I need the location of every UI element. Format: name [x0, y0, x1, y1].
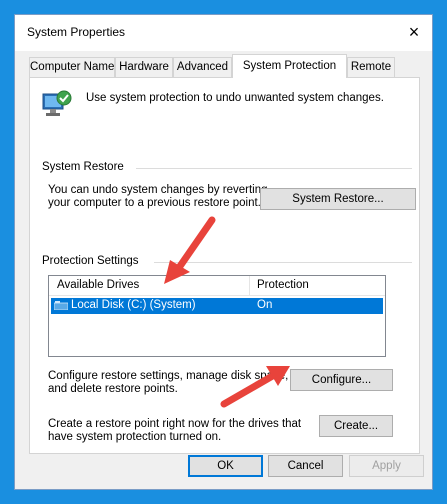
drive-icon: [54, 301, 68, 310]
tab-panel-system-protection: Use system protection to undo unwanted s…: [29, 77, 420, 454]
drive-protection-status: On: [257, 299, 273, 311]
drives-list[interactable]: Available Drives Protection Local Disk (…: [48, 275, 386, 357]
create-button[interactable]: Create...: [319, 415, 393, 437]
system-restore-text-line: your computer to a previous restore poin…: [48, 197, 261, 209]
close-icon[interactable]: ×: [396, 15, 432, 51]
tab-advanced[interactable]: Advanced: [173, 57, 232, 77]
apply-button[interactable]: Apply: [349, 455, 424, 477]
tab-hardware[interactable]: Hardware: [115, 57, 173, 77]
drives-list-header: Available Drives Protection: [49, 276, 385, 296]
column-header-protection[interactable]: Protection: [257, 279, 309, 291]
title-bar: System Properties ×: [15, 15, 432, 51]
create-text-line: Create a restore point right now for the…: [48, 418, 302, 430]
intro-text: Use system protection to undo unwanted s…: [86, 92, 384, 104]
group-divider: [136, 168, 412, 169]
column-header-available-drives[interactable]: Available Drives: [57, 279, 139, 291]
drive-row[interactable]: Local Disk (C:) (System) On: [51, 298, 383, 314]
system-restore-group-title: System Restore: [42, 161, 128, 173]
tab-system-protection[interactable]: System Protection: [232, 54, 347, 78]
drive-name: Local Disk (C:) (System): [71, 299, 196, 311]
tab-computer-name[interactable]: Computer Name: [29, 57, 115, 77]
column-separator: [249, 276, 250, 296]
protection-settings-group-title: Protection Settings: [42, 255, 143, 267]
create-text-line: have system protection turned on.: [48, 431, 222, 443]
ok-button[interactable]: OK: [188, 455, 263, 477]
configure-button-label: Configure...: [311, 374, 372, 386]
system-protection-icon: [42, 90, 72, 116]
create-button-label: Create...: [333, 420, 379, 432]
configure-text-line: and delete restore points.: [48, 383, 178, 395]
configure-description: Configure restore settings, manage disk …: [48, 370, 288, 396]
window-title: System Properties: [27, 25, 126, 39]
configure-text-line: Configure restore settings, manage disk …: [48, 370, 289, 382]
cancel-button[interactable]: Cancel: [268, 455, 343, 477]
create-description: Create a restore point right now for the…: [48, 418, 301, 444]
system-properties-window: System Properties × Computer Name Hardwa…: [14, 14, 433, 490]
group-divider: [154, 262, 412, 263]
configure-button[interactable]: Configure...: [290, 369, 393, 391]
system-restore-button[interactable]: System Restore...: [260, 188, 416, 210]
system-restore-text-line: You can undo system changes by reverting: [48, 184, 268, 196]
system-restore-button-label: System Restore...: [292, 193, 384, 205]
tab-remote[interactable]: Remote: [347, 57, 395, 77]
system-restore-description: You can undo system changes by reverting…: [48, 184, 268, 210]
